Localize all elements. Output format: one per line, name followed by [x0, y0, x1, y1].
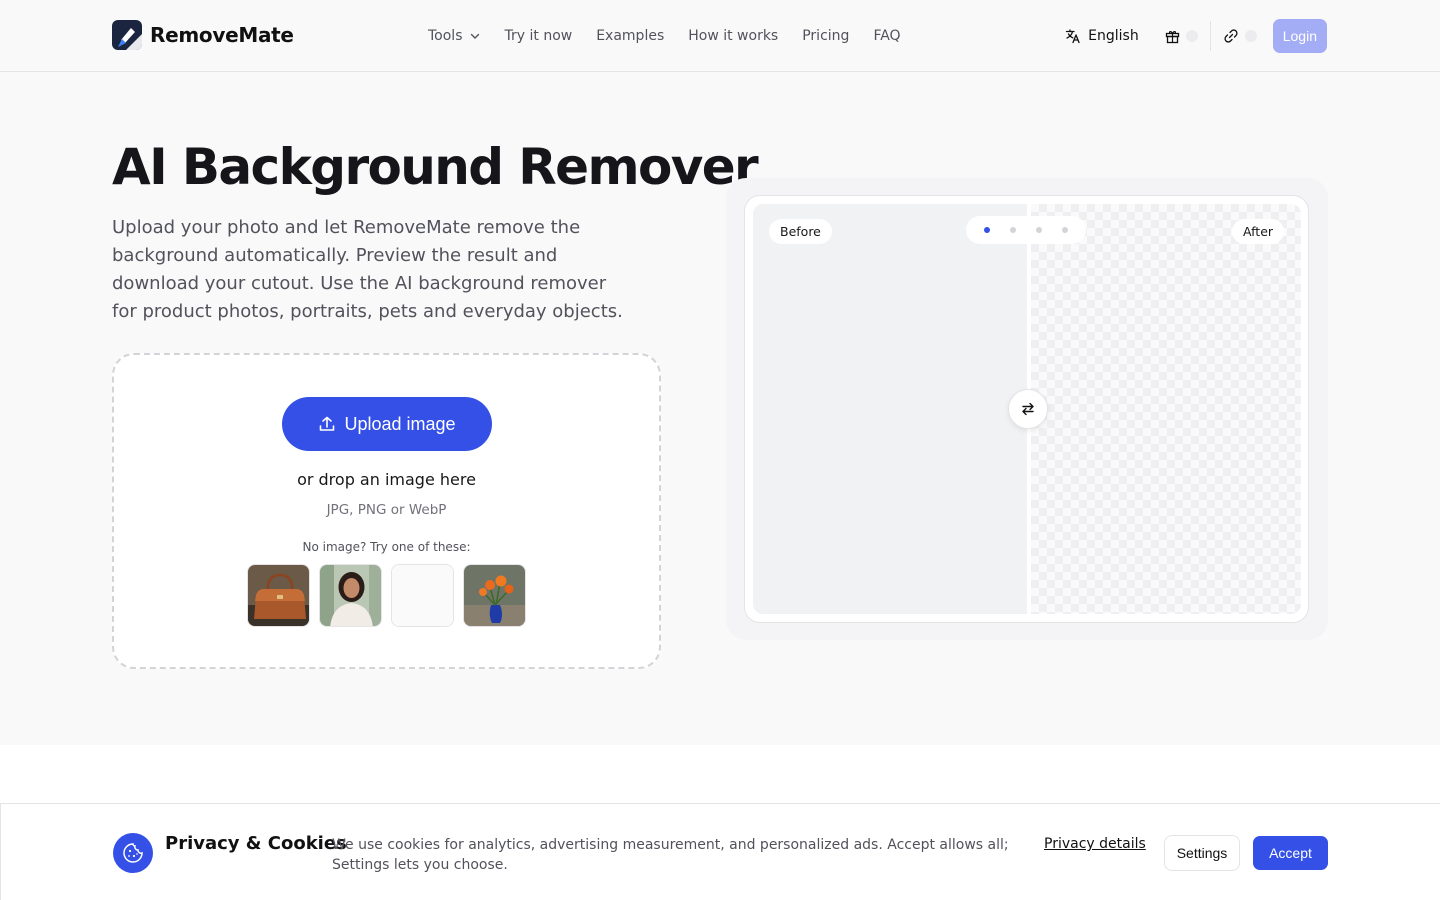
upload-icon — [320, 416, 335, 431]
upload-dropzone[interactable]: Upload image or drop an image here JPG, … — [112, 353, 661, 669]
sample-prompt: No image? Try one of these: — [302, 540, 471, 554]
after-pane — [1031, 204, 1301, 614]
logo-icon — [112, 20, 142, 50]
sample-flowers[interactable] — [463, 564, 526, 627]
brand-name: RemoveMate — [150, 23, 294, 47]
site-header: RemoveMate Tools Try it now Examples How… — [0, 0, 1440, 72]
gift-button[interactable] — [1165, 29, 1198, 44]
compare-handle[interactable] — [1008, 389, 1048, 429]
nav-pricing[interactable]: Pricing — [802, 28, 849, 44]
cookie-banner: Privacy & Cookies We use cookies for ana… — [0, 803, 1440, 900]
privacy-details-link[interactable]: Privacy details — [1044, 836, 1146, 852]
upload-button-label: Upload image — [344, 413, 456, 434]
before-label: Before — [769, 219, 832, 244]
language-selector[interactable]: English — [1065, 28, 1139, 44]
slide-dot-4[interactable] — [1062, 227, 1068, 233]
nav-tools[interactable]: Tools — [428, 28, 481, 44]
cookie-accept-button[interactable]: Accept — [1253, 836, 1328, 870]
nav-faq[interactable]: FAQ — [873, 28, 900, 44]
cookie-settings-button[interactable]: Settings — [1164, 835, 1240, 871]
accepted-formats: JPG, PNG or WebP — [326, 502, 447, 518]
before-pane — [753, 204, 1027, 614]
slide-indicator — [966, 216, 1086, 244]
nav-how-it-works[interactable]: How it works — [688, 28, 778, 44]
referral-count-placeholder — [1244, 30, 1257, 42]
cookie-message: We use cookies for analytics, advertisin… — [332, 837, 1009, 873]
gift-count-placeholder — [1185, 30, 1198, 42]
slide-dot-3[interactable] — [1036, 227, 1042, 233]
page-title: AI Background Remover — [112, 138, 759, 196]
hero-description: Upload your photo and let RemoveMate rem… — [112, 217, 623, 322]
brand-logo[interactable]: RemoveMate — [112, 20, 294, 50]
header-actions: English Login — [1065, 19, 1327, 53]
link-icon — [1224, 29, 1238, 43]
translate-icon — [1066, 29, 1080, 44]
login-button[interactable]: Login — [1272, 19, 1327, 53]
referral-button[interactable] — [1223, 28, 1257, 44]
slide-dot-1[interactable] — [984, 227, 990, 233]
swap-arrows-icon — [1022, 402, 1034, 416]
sample-images — [247, 564, 526, 627]
next-section — [0, 745, 1440, 803]
nav-examples[interactable]: Examples — [596, 28, 664, 44]
nav-tools-label: Tools — [428, 28, 463, 44]
drop-hint: or drop an image here — [297, 470, 476, 489]
gift-icon — [1165, 30, 1179, 43]
after-label: After — [1232, 219, 1285, 244]
cookie-title: Privacy & Cookies — [165, 833, 347, 854]
sample-handbag[interactable] — [247, 564, 310, 627]
language-label: English — [1088, 28, 1139, 44]
upload-image-button[interactable]: Upload image — [282, 397, 492, 451]
nav-try-it-now[interactable]: Try it now — [505, 28, 573, 44]
main-nav: Tools Try it now Examples How it works P… — [428, 0, 901, 72]
sample-blank[interactable] — [391, 564, 454, 627]
sample-portrait[interactable] — [319, 564, 382, 627]
header-divider — [1209, 21, 1211, 51]
cookie-icon — [113, 833, 153, 873]
slide-dot-2[interactable] — [1010, 227, 1016, 233]
chevron-down-icon — [470, 33, 479, 39]
